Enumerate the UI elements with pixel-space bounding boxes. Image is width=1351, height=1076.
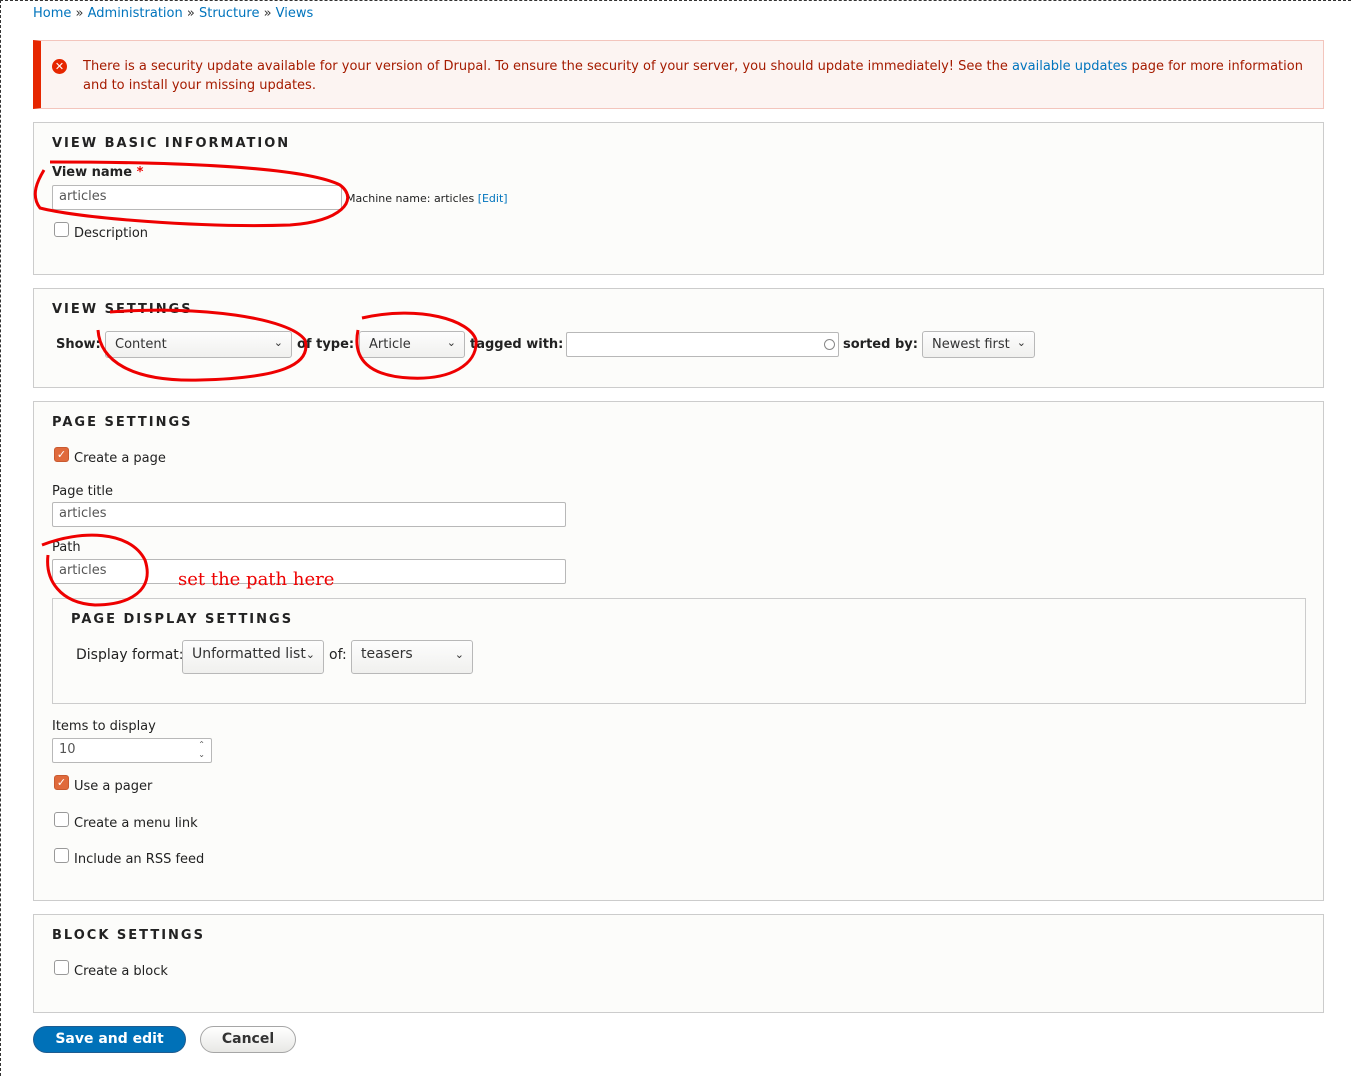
view-name-input[interactable]: articles xyxy=(52,185,342,210)
breadcrumb: Home » Administration » Structure » View… xyxy=(33,6,314,21)
view-name-label: View name * xyxy=(52,165,144,180)
block-settings: BLOCK SETTINGS Create a block xyxy=(33,914,1324,1013)
autocomplete-icon xyxy=(824,339,835,350)
tagged-input[interactable] xyxy=(566,332,839,357)
chevron-down-icon: ⌄ xyxy=(1016,336,1026,349)
breadcrumb-views[interactable]: Views xyxy=(276,6,314,21)
items-label: Items to display xyxy=(52,719,156,734)
breadcrumb-structure[interactable]: Structure xyxy=(199,6,259,21)
menu-link-checkbox[interactable] xyxy=(54,812,69,827)
security-warning: ✕ There is a security update available f… xyxy=(33,40,1324,109)
type-select[interactable]: Article ⌄ xyxy=(359,331,465,358)
description-label: Description xyxy=(74,226,149,241)
row-style-select[interactable]: teasers ⌄ xyxy=(351,640,473,674)
tagged-label: tagged with: xyxy=(470,337,564,352)
breadcrumb-home[interactable]: Home xyxy=(33,6,71,21)
create-page-checkbox[interactable]: ✓ xyxy=(54,447,69,462)
view-settings: VIEW SETTINGS Show: Content ⌄ of type: Ar… xyxy=(33,288,1324,388)
chevron-down-icon: ⌄ xyxy=(446,336,456,349)
section-title: PAGE DISPLAY SETTINGS xyxy=(71,612,294,627)
chevron-down-icon: ⌄ xyxy=(273,336,283,349)
create-page-label: Create a page xyxy=(74,451,166,466)
sorted-label: sorted by: xyxy=(843,337,918,352)
display-format-select[interactable]: Unformatted list ⌄ xyxy=(182,640,324,674)
use-pager-checkbox[interactable]: ✓ xyxy=(54,775,69,790)
section-title: VIEW BASIC INFORMATION xyxy=(52,136,291,151)
description-checkbox[interactable] xyxy=(54,222,69,237)
rss-checkbox[interactable] xyxy=(54,848,69,863)
rss-label: Include an RSS feed xyxy=(74,852,205,867)
section-title: BLOCK SETTINGS xyxy=(52,928,205,943)
items-input[interactable]: 10 ⌃ ⌄ xyxy=(52,738,212,763)
spinner-icon[interactable]: ⌃ ⌄ xyxy=(198,740,205,760)
page-settings: PAGE SETTINGS ✓ Create a page Page title… xyxy=(33,401,1324,901)
chevron-down-icon: ⌄ xyxy=(454,648,464,661)
section-title: VIEW SETTINGS xyxy=(52,302,193,317)
page-display-settings: PAGE DISPLAY SETTINGS Display format: Un… xyxy=(52,598,1306,704)
of-type-label: of type: xyxy=(297,337,355,352)
create-block-checkbox[interactable] xyxy=(54,960,69,975)
save-and-edit-button[interactable]: Save and edit xyxy=(33,1026,186,1053)
create-block-label: Create a block xyxy=(74,964,168,979)
sorted-select[interactable]: Newest first ⌄ xyxy=(922,331,1035,358)
error-circle-icon: ✕ xyxy=(52,59,67,74)
menu-link-label: Create a menu link xyxy=(74,816,198,831)
available-updates-link[interactable]: available updates xyxy=(1012,59,1127,74)
show-label: Show: xyxy=(56,337,101,352)
display-format-label: Display format: xyxy=(76,647,184,663)
breadcrumb-administration[interactable]: Administration xyxy=(88,6,183,21)
section-title: PAGE SETTINGS xyxy=(52,415,193,430)
of-label: of: xyxy=(329,647,347,663)
use-pager-label: Use a pager xyxy=(74,779,153,794)
view-basic-information: VIEW BASIC INFORMATION View name * artic… xyxy=(33,122,1324,275)
show-select[interactable]: Content ⌄ xyxy=(105,331,292,358)
machine-name: Machine name: articles [Edit] xyxy=(346,192,508,205)
message-text: There is a security update available for… xyxy=(83,59,1012,74)
machine-name-edit-link[interactable]: [Edit] xyxy=(478,192,508,205)
annotation-note: set the path here xyxy=(178,569,335,590)
path-label: Path xyxy=(52,540,81,555)
page-title-input[interactable]: articles xyxy=(52,502,566,527)
chevron-down-icon: ⌄ xyxy=(305,648,315,661)
page-title-label: Page title xyxy=(52,484,114,499)
cancel-button[interactable]: Cancel xyxy=(200,1026,296,1053)
